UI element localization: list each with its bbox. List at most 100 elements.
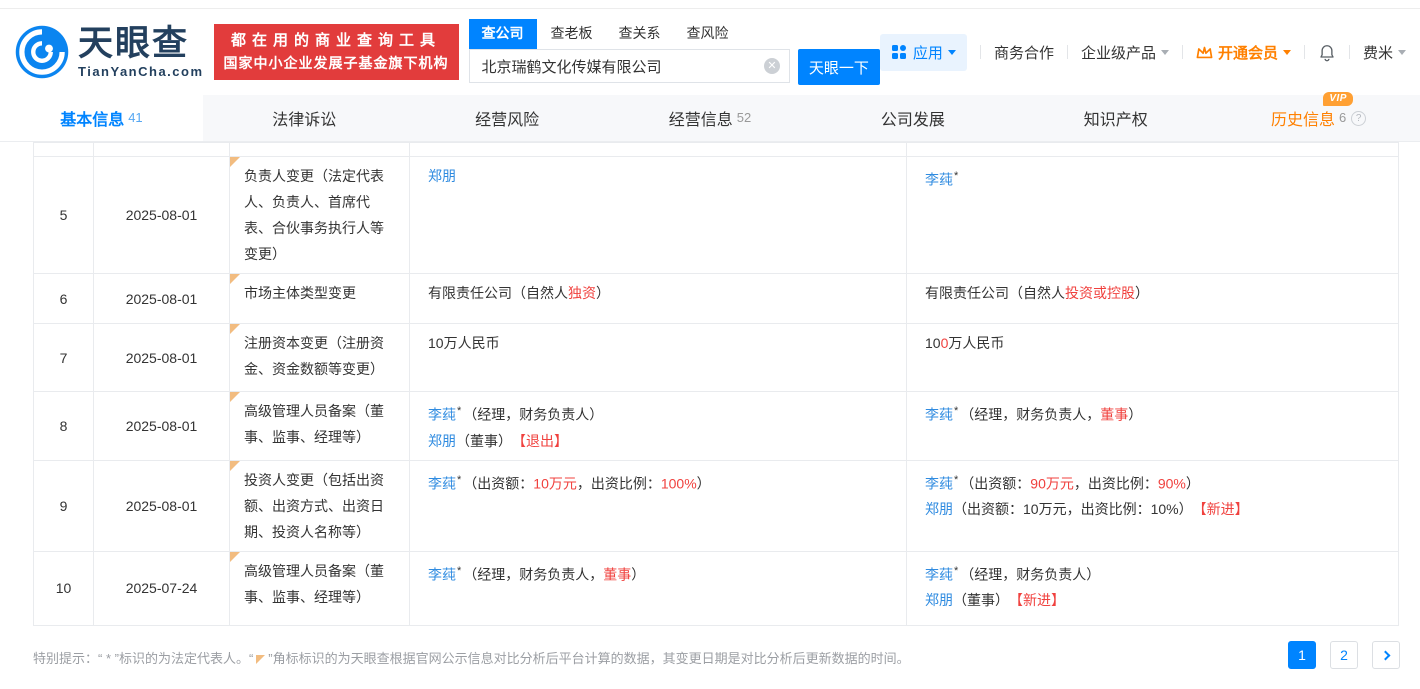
tab-history-info[interactable]: 历史信息 VIP 6 ?: [1217, 95, 1420, 141]
tab-company-development[interactable]: 公司发展: [811, 95, 1014, 141]
change-item-cell: 高级管理人员备案（董事、监事、经理等）: [230, 551, 410, 625]
cell-line: 10万人民币: [428, 330, 888, 356]
promo-line-1: 都在用的商业查询工具: [224, 30, 449, 52]
logo-title: 天眼查: [78, 26, 204, 61]
legal-rep-asterisk: *: [457, 474, 461, 486]
search-area: 查公司 查老板 查关系 查风险 ✕ 天眼一下: [469, 19, 880, 85]
enterprise-products-menu[interactable]: 企业级产品: [1081, 42, 1169, 63]
cell-line: 李莼*（经理，财务负责人）: [925, 558, 1380, 588]
before-change-cell: 李莼*（经理，财务负责人，董事）: [410, 551, 907, 625]
promo-banner: 都在用的商业查询工具 国家中小企业发展子基金旗下机构: [214, 24, 459, 80]
change-date-cell: 2025-08-01: [94, 157, 230, 274]
cell-text: ，出资比例：: [1074, 475, 1158, 491]
tab-basic-info[interactable]: 基本信息 41: [0, 95, 203, 141]
search-main: ✕ 天眼一下: [469, 49, 880, 85]
person-link[interactable]: 李莼: [428, 566, 456, 582]
search-tabs: 查公司 查老板 查关系 查风险: [469, 19, 880, 49]
person-link[interactable]: 郑朋: [428, 168, 456, 184]
change-records-table: 52025-08-01负责人变更（法定代表人、负责人、首席代表、合伙事务执行人等…: [33, 142, 1399, 626]
help-icon[interactable]: ?: [1351, 111, 1366, 126]
search-tab-relation[interactable]: 查关系: [619, 19, 661, 49]
person-link[interactable]: 李莼: [925, 172, 953, 188]
cell-text: 万人民币: [948, 335, 1004, 351]
cell-text: （董事）: [953, 592, 1016, 608]
cell-text: ）: [1135, 285, 1149, 301]
before-change-cell: 李莼*（经理，财务负责人）郑朋（董事） 【退出】: [410, 392, 907, 461]
cell-line: 郑朋（出资额：10万元，出资比例：10%） 【新进】: [925, 496, 1380, 522]
row-number-cell: 10: [34, 551, 94, 625]
search-tab-company[interactable]: 查公司: [469, 19, 537, 49]
table-row: 82025-08-01高级管理人员备案（董事、监事、经理等）李莼*（经理，财务负…: [34, 392, 1399, 461]
cell-text: （经理，财务负责人）: [463, 407, 603, 423]
apps-menu-label: 应用: [913, 42, 943, 63]
page-button-1[interactable]: 1: [1288, 641, 1316, 669]
changes-table-body: 52025-08-01负责人变更（法定代表人、负责人、首席代表、合伙事务执行人等…: [34, 143, 1399, 626]
person-link[interactable]: 郑朋: [925, 592, 953, 608]
page-button-2[interactable]: 2: [1330, 641, 1358, 669]
table-row: 102025-07-24高级管理人员备案（董事、监事、经理等） 李莼*（经理，财务…: [34, 551, 1399, 625]
change-item-cell: 负责人变更（法定代表人、负责人、首席代表、合伙事务执行人等变更）: [230, 157, 410, 274]
before-change-cell: 郑朋: [410, 157, 907, 274]
cell-text: ）: [596, 285, 610, 301]
page: 天眼查 TianYanCha.com 都在用的商业查询工具 国家中小企业发展子基…: [0, 0, 1420, 689]
cell-line: 李莼*（经理，财务负责人，董事）: [428, 558, 888, 588]
person-link[interactable]: 郑朋: [428, 433, 456, 449]
person-link[interactable]: 李莼: [925, 407, 953, 423]
section-tabs: 基本信息 41 法律诉讼 经营风险 经营信息 52 公司发展 知识产权 历史信息…: [0, 95, 1420, 142]
logo-wordmark: 天眼查 TianYanCha.com: [78, 26, 204, 78]
search-tab-risk[interactable]: 查风险: [687, 19, 729, 49]
tab-legal-litigation[interactable]: 法律诉讼: [203, 95, 406, 141]
cell-line: 有限责任公司（自然人投资或控股）: [925, 280, 1380, 306]
person-link[interactable]: 李莼: [925, 475, 953, 491]
tianyancha-logo[interactable]: 天眼查 TianYanCha.com: [14, 24, 204, 80]
open-vip-button[interactable]: 开通会员: [1196, 42, 1291, 63]
highlight-text: 【退出】: [519, 433, 568, 449]
tab-label: 历史信息: [1271, 112, 1335, 129]
person-link[interactable]: 郑朋: [925, 501, 953, 517]
logo-domain: TianYanCha.com: [78, 65, 204, 78]
change-date-cell: 2025-07-24: [94, 551, 230, 625]
search-input[interactable]: [469, 49, 790, 83]
after-change-cell: 李莼*（经理，财务负责人）郑朋（董事） 【新进】: [907, 551, 1399, 625]
cell-text: （出资额：10万元，出资比例：10%）: [953, 501, 1200, 517]
legal-rep-asterisk: *: [954, 405, 958, 417]
tab-label: 法律诉讼: [272, 106, 336, 130]
apps-grid-icon: [891, 44, 907, 60]
divider: [1304, 45, 1305, 59]
row-number-cell: 5: [34, 157, 94, 274]
search-tab-boss[interactable]: 查老板: [551, 19, 593, 49]
person-link[interactable]: 李莼: [428, 475, 456, 491]
person-link[interactable]: 李莼: [428, 407, 456, 423]
after-change-cell: 100万人民币: [907, 324, 1399, 392]
tab-intellectual-property[interactable]: 知识产权: [1014, 95, 1217, 141]
legal-rep-asterisk: *: [954, 170, 958, 182]
enterprise-products-label: 企业级产品: [1081, 42, 1156, 63]
cell-line: 李莼*（经理，财务负责人，董事）: [925, 398, 1380, 428]
user-menu[interactable]: 费米: [1363, 42, 1406, 63]
tab-label: 经营信息: [669, 106, 733, 130]
notifications-button[interactable]: [1318, 43, 1336, 62]
vip-badge: VIP: [1323, 92, 1353, 106]
chevron-down-icon: [1398, 50, 1406, 55]
change-item-cell: 市场主体类型变更: [230, 274, 410, 324]
pagination: 1 2: [1274, 641, 1400, 669]
cell-text: （董事）: [456, 433, 519, 449]
row-number-cell: 7: [34, 324, 94, 392]
apps-menu-button[interactable]: 应用: [880, 34, 967, 71]
tab-operation-info[interactable]: 经营信息 52: [609, 95, 812, 141]
cell-text: ）: [631, 566, 645, 582]
search-button[interactable]: 天眼一下: [798, 49, 880, 85]
cell-line: 李莼*（出资额：90万元，出资比例：90%）: [925, 467, 1380, 497]
tab-operation-risk[interactable]: 经营风险: [406, 95, 609, 141]
open-vip-label: 开通会员: [1218, 42, 1278, 63]
table-row: 62025-08-01市场主体类型变更有限责任公司（自然人独资）有限责任公司（自…: [34, 274, 1399, 324]
after-change-cell: 李莼*（出资额：90万元，出资比例：90%）郑朋（出资额：10万元，出资比例：1…: [907, 460, 1399, 551]
cell-text: ，出资比例：: [577, 475, 661, 491]
username: 费米: [1363, 42, 1393, 63]
before-change-cell: 10万人民币: [410, 324, 907, 392]
person-link[interactable]: 李莼: [925, 566, 953, 582]
business-cooperation-link[interactable]: 商务合作: [994, 42, 1054, 63]
divider: [980, 45, 981, 59]
clear-search-icon[interactable]: ✕: [764, 58, 780, 74]
next-page-button[interactable]: [1372, 641, 1400, 669]
